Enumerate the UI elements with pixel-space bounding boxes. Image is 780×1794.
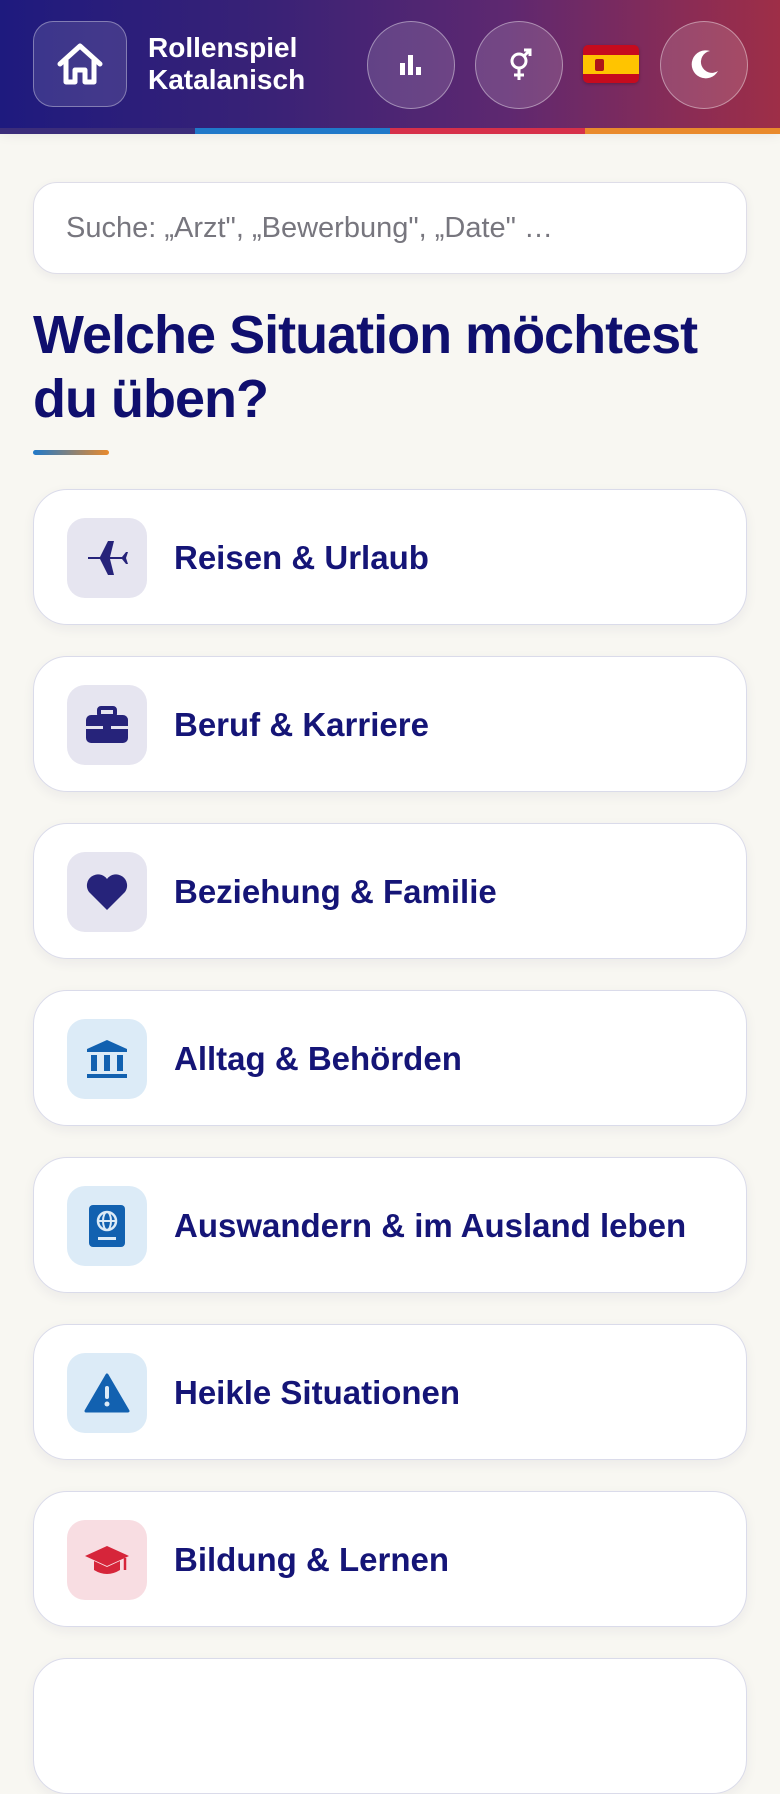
category-label: Alltag & Behörden xyxy=(174,1040,462,1077)
home-button[interactable] xyxy=(33,21,127,107)
app-title: Rollenspiel Katalanisch xyxy=(148,32,338,96)
header-stripe xyxy=(390,128,585,134)
category-label: Beziehung & Familie xyxy=(174,873,497,910)
home-icon xyxy=(57,43,103,85)
category-label: Auswandern & im Ausland leben xyxy=(174,1207,687,1244)
heart-icon xyxy=(67,852,147,932)
theme-toggle-button[interactable] xyxy=(660,21,748,109)
spain-flag-icon[interactable] xyxy=(583,45,639,83)
header-stripe xyxy=(585,128,780,134)
category-card-travel[interactable]: Reisen & Urlaub xyxy=(33,489,747,625)
category-card-emigration[interactable]: Auswandern & im Ausland leben xyxy=(33,1157,747,1293)
category-label: Beruf & Karriere xyxy=(174,706,429,743)
warning-icon xyxy=(67,1353,147,1433)
category-card-relationship[interactable]: Beziehung & Familie xyxy=(33,823,747,959)
moon-icon xyxy=(691,50,718,79)
header-stripe xyxy=(195,128,390,134)
category-card-tricky[interactable]: Heikle Situationen xyxy=(33,1324,747,1460)
category-card-everyday[interactable]: Alltag & Behörden xyxy=(33,990,747,1126)
plane-icon xyxy=(67,518,147,598)
briefcase-icon xyxy=(67,685,147,765)
bar-chart-icon xyxy=(400,55,421,75)
category-label: Heikle Situationen xyxy=(174,1374,461,1411)
gender-icon xyxy=(510,48,532,80)
app-title-line2: Katalanisch xyxy=(148,64,306,95)
header-stripe xyxy=(0,128,195,134)
building-icon xyxy=(67,1019,147,1099)
heading-underline xyxy=(33,450,109,455)
category-label: Bildung & Lernen xyxy=(174,1541,449,1578)
category-card-career[interactable]: Beruf & Karriere xyxy=(33,656,747,792)
category-label: Reisen & Urlaub xyxy=(174,539,429,576)
gender-button[interactable] xyxy=(475,21,563,109)
app-header: Rollenspiel Katalanisch xyxy=(0,0,780,128)
page-heading: Welche Situation möchtest du üben? xyxy=(33,305,698,429)
passport-icon xyxy=(67,1186,147,1266)
stats-button[interactable] xyxy=(367,21,455,109)
category-card-education[interactable]: Bildung & Lernen xyxy=(33,1491,747,1627)
app-title-line1: Rollenspiel xyxy=(148,32,298,63)
graduation-cap-icon xyxy=(67,1520,147,1600)
category-card-next[interactable] xyxy=(33,1658,747,1794)
search-input[interactable] xyxy=(33,182,747,274)
